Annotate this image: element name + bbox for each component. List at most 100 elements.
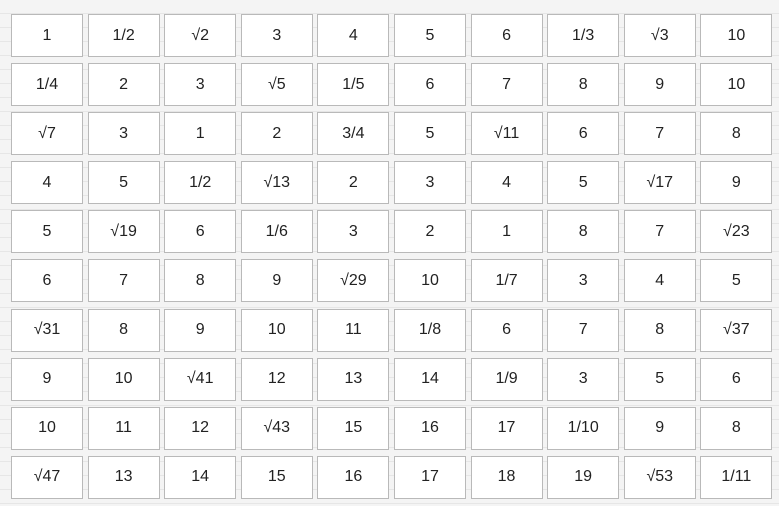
number-tile[interactable]: 6: [11, 259, 83, 303]
number-tile[interactable]: √31: [11, 308, 83, 352]
number-tile[interactable]: 5: [623, 357, 696, 401]
number-tile[interactable]: 2: [317, 161, 390, 205]
number-tile[interactable]: 9: [11, 357, 83, 401]
number-tile[interactable]: 2: [87, 63, 160, 107]
number-tile[interactable]: 15: [317, 406, 390, 450]
number-tile[interactable]: 5: [11, 210, 83, 254]
number-tile[interactable]: 9: [164, 308, 237, 352]
number-tile[interactable]: 1/3: [547, 14, 620, 57]
number-tile[interactable]: 15: [240, 455, 313, 499]
number-tile[interactable]: 8: [700, 406, 773, 450]
number-tile[interactable]: √37: [700, 308, 773, 352]
number-tile[interactable]: 18: [470, 455, 543, 499]
number-tile[interactable]: √11: [470, 112, 543, 156]
number-tile[interactable]: 4: [11, 161, 83, 205]
number-tile[interactable]: 6: [470, 14, 543, 57]
number-tile[interactable]: 2: [393, 210, 466, 254]
number-tile[interactable]: 9: [623, 406, 696, 450]
number-tile[interactable]: 6: [470, 308, 543, 352]
number-tile[interactable]: 3: [87, 112, 160, 156]
number-tile[interactable]: 8: [164, 259, 237, 303]
number-tile[interactable]: 12: [240, 357, 313, 401]
number-tile[interactable]: 13: [317, 357, 390, 401]
number-tile[interactable]: 4: [623, 259, 696, 303]
number-tile[interactable]: 7: [87, 259, 160, 303]
number-tile[interactable]: √23: [700, 210, 773, 254]
number-tile[interactable]: 1/5: [317, 63, 390, 107]
number-tile[interactable]: 5: [700, 259, 773, 303]
number-tile[interactable]: √43: [240, 406, 313, 450]
number-tile[interactable]: 5: [547, 161, 620, 205]
number-tile[interactable]: 12: [164, 406, 237, 450]
number-tile[interactable]: 1/6: [240, 210, 313, 254]
number-tile[interactable]: 16: [393, 406, 466, 450]
number-tile[interactable]: 1/4: [11, 63, 83, 107]
number-tile[interactable]: 4: [470, 161, 543, 205]
number-tile[interactable]: 1: [11, 14, 83, 57]
number-tile[interactable]: 7: [470, 63, 543, 107]
number-tile[interactable]: 7: [547, 308, 620, 352]
number-tile[interactable]: 1/2: [164, 161, 237, 205]
number-tile[interactable]: 6: [164, 210, 237, 254]
number-tile[interactable]: 10: [700, 14, 773, 57]
number-tile[interactable]: 17: [393, 455, 466, 499]
number-tile[interactable]: 5: [393, 14, 466, 57]
number-tile[interactable]: 7: [623, 112, 696, 156]
number-tile[interactable]: 3/4: [317, 112, 390, 156]
number-tile[interactable]: 1: [164, 112, 237, 156]
number-tile[interactable]: 10: [87, 357, 160, 401]
number-tile[interactable]: √19: [87, 210, 160, 254]
number-tile[interactable]: √47: [11, 455, 83, 499]
number-tile[interactable]: 14: [393, 357, 466, 401]
number-tile[interactable]: 1/8: [393, 308, 466, 352]
number-tile[interactable]: 9: [700, 161, 773, 205]
number-tile[interactable]: 3: [240, 14, 313, 57]
number-tile[interactable]: √2: [164, 14, 237, 57]
number-tile[interactable]: 8: [700, 112, 773, 156]
number-tile[interactable]: 13: [87, 455, 160, 499]
number-tile[interactable]: 19: [547, 455, 620, 499]
number-tile[interactable]: 1/10: [547, 406, 620, 450]
number-tile[interactable]: 3: [393, 161, 466, 205]
number-tile[interactable]: √5: [240, 63, 313, 107]
number-tile[interactable]: 6: [393, 63, 466, 107]
number-tile[interactable]: 3: [317, 210, 390, 254]
number-tile[interactable]: 11: [87, 406, 160, 450]
number-tile[interactable]: 16: [317, 455, 390, 499]
number-tile[interactable]: 6: [700, 357, 773, 401]
number-tile[interactable]: 1/7: [470, 259, 543, 303]
number-tile[interactable]: 2: [240, 112, 313, 156]
number-tile[interactable]: √3: [623, 14, 696, 57]
number-tile[interactable]: 5: [87, 161, 160, 205]
number-tile[interactable]: 6: [547, 112, 620, 156]
number-tile[interactable]: 1/2: [87, 14, 160, 57]
number-tile[interactable]: √7: [11, 112, 83, 156]
number-tile[interactable]: 8: [87, 308, 160, 352]
number-tile[interactable]: 17: [470, 406, 543, 450]
number-tile[interactable]: 8: [547, 63, 620, 107]
number-tile[interactable]: 5: [393, 112, 466, 156]
number-tile[interactable]: 11: [317, 308, 390, 352]
number-tile[interactable]: √17: [623, 161, 696, 205]
number-tile[interactable]: 1/11: [700, 455, 773, 499]
number-tile[interactable]: √13: [240, 161, 313, 205]
number-tile[interactable]: 9: [623, 63, 696, 107]
number-tile[interactable]: √29: [317, 259, 390, 303]
number-tile[interactable]: 10: [11, 406, 83, 450]
number-tile[interactable]: 10: [700, 63, 773, 107]
number-tile[interactable]: 8: [623, 308, 696, 352]
number-tile[interactable]: 7: [623, 210, 696, 254]
number-tile[interactable]: 1/9: [470, 357, 543, 401]
number-tile[interactable]: 4: [317, 14, 390, 57]
number-tile[interactable]: 3: [547, 357, 620, 401]
number-tile[interactable]: √41: [164, 357, 237, 401]
number-tile[interactable]: 10: [240, 308, 313, 352]
number-tile[interactable]: 3: [547, 259, 620, 303]
number-tile[interactable]: 1: [470, 210, 543, 254]
number-tile[interactable]: 8: [547, 210, 620, 254]
number-tile[interactable]: √53: [623, 455, 696, 499]
number-tile[interactable]: 14: [164, 455, 237, 499]
number-tile[interactable]: 9: [240, 259, 313, 303]
number-tile[interactable]: 10: [393, 259, 466, 303]
number-tile[interactable]: 3: [164, 63, 237, 107]
